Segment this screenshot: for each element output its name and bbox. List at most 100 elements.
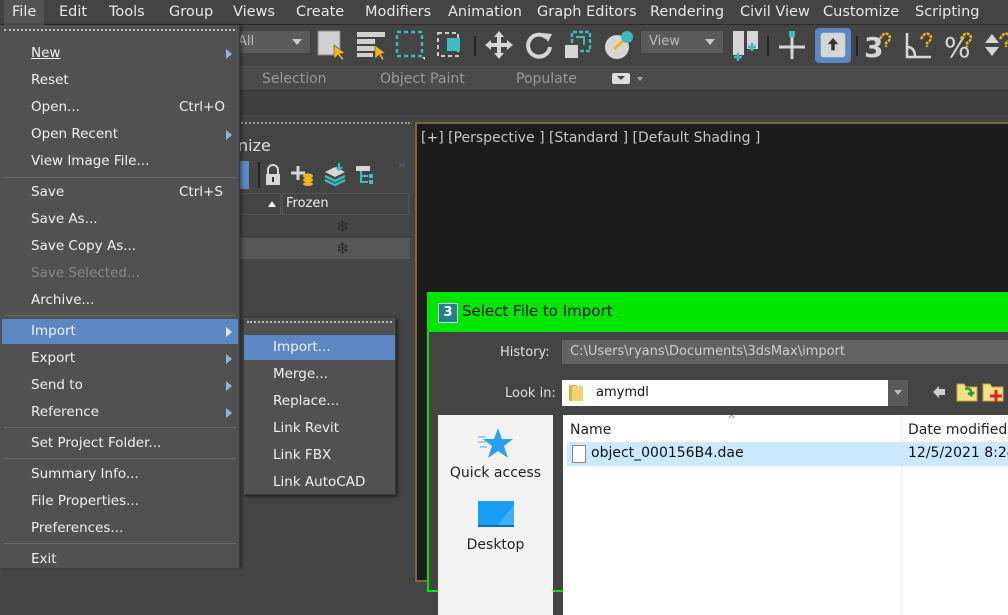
new-folder-icon[interactable] — [982, 380, 1004, 402]
file-menu-archive[interactable]: Archive... — [2, 288, 238, 313]
menu-create[interactable]: Create — [288, 0, 352, 25]
lock-icon[interactable] — [264, 164, 282, 186]
lookin-dropdown[interactable]: amymdl — [562, 380, 892, 406]
menu-file[interactable]: File — [4, 0, 45, 25]
column-header-frozen[interactable]: Frozen — [282, 193, 409, 215]
back-arrow-icon[interactable] — [932, 385, 946, 399]
desktop-link[interactable]: Desktop — [438, 537, 553, 553]
window-crossing-icon[interactable] — [435, 29, 467, 61]
file-menu-save-as[interactable]: Save As... — [2, 207, 238, 232]
table-row[interactable]: ❄ — [238, 238, 410, 259]
file-menu-open-recent[interactable]: Open Recent — [2, 122, 238, 147]
menu-rendering[interactable]: Rendering — [642, 0, 732, 25]
desktop-icon[interactable] — [478, 501, 514, 527]
shortcut-label: Ctrl+O — [179, 99, 225, 115]
svg-text:3: 3 — [864, 31, 883, 61]
item-label: Send to — [31, 377, 83, 393]
frozen-snowflake-icon[interactable]: ❄ — [336, 217, 349, 236]
import-submenu-replace[interactable]: Replace... — [244, 389, 395, 414]
place-icon[interactable] — [603, 29, 635, 61]
file-row[interactable]: object_000156B4.dae 12/5/2021 8:24 — [567, 442, 1008, 466]
toolbar-separator — [474, 36, 476, 56]
ribbon-minimize-button[interactable] — [612, 73, 630, 84]
import-submenu: Import... Merge... Replace... Link Revit… — [243, 317, 396, 495]
menu-customize[interactable]: Customize — [815, 0, 907, 25]
layers-icon[interactable] — [324, 163, 346, 187]
quick-access-link[interactable]: Quick access — [438, 465, 553, 481]
lookin-label: Look in: — [505, 386, 556, 401]
file-menu-new[interactable]: New — [2, 41, 238, 66]
menu-scripting[interactable]: Scripting — [907, 0, 987, 25]
menu-views[interactable]: Views — [225, 0, 283, 25]
select-manipulate-icon[interactable] — [776, 29, 808, 61]
ribbon-tab-selection[interactable]: Selection — [262, 67, 327, 92]
history-dropdown[interactable]: C:\Users\ryans\Documents\3dsMax\import — [562, 340, 1008, 364]
import-submenu-import[interactable]: Import... — [244, 335, 395, 360]
import-submenu-link-autocad[interactable]: Link AutoCAD — [244, 470, 395, 495]
menu-tools[interactable]: Tools — [101, 0, 153, 25]
ribbon-tab-object-paint[interactable]: Object Paint — [380, 67, 465, 92]
angle-snap-icon[interactable] — [903, 29, 935, 61]
move-icon[interactable] — [483, 29, 515, 61]
file-menu-reset[interactable]: Reset — [2, 68, 238, 93]
column-header-date-modified[interactable]: Date modified — [908, 422, 1007, 438]
add-to-layer-icon[interactable] — [291, 164, 315, 186]
file-menu-send-to[interactable]: Send to — [2, 373, 238, 398]
panel-grip[interactable] — [238, 122, 410, 124]
item-label: Export — [31, 350, 76, 366]
menu-separator — [4, 177, 236, 178]
file-menu-save-copy-as[interactable]: Save Copy As... — [2, 234, 238, 259]
scene-explorer-title: nize — [238, 136, 271, 155]
expand-chevron-icon[interactable]: » — [398, 158, 406, 173]
viewport-label[interactable]: [+] [Perspective ] [Standard ] [Default … — [421, 130, 760, 146]
rectangular-selection-icon[interactable] — [394, 29, 426, 61]
lookin-dropdown-arrow[interactable] — [888, 380, 908, 406]
file-menu-file-properties[interactable]: File Properties... — [2, 489, 238, 514]
file-menu-set-project-folder[interactable]: Set Project Folder... — [2, 431, 238, 456]
up-folder-icon[interactable] — [956, 380, 978, 402]
file-menu-save[interactable]: Save Ctrl+S — [2, 180, 238, 205]
item-label: Save — [31, 184, 65, 200]
hierarchy-icon[interactable] — [356, 165, 376, 185]
file-menu-open[interactable]: Open... Ctrl+O — [2, 95, 238, 120]
percent-snap-icon[interactable]: % — [943, 29, 975, 61]
file-menu: New Reset Open... Ctrl+O Open Recent View… — [0, 25, 240, 568]
file-menu-exit[interactable]: Exit — [2, 547, 238, 572]
menu-edit[interactable]: Edit — [51, 0, 95, 25]
select-object-icon[interactable] — [316, 29, 348, 61]
quick-access-star-icon[interactable] — [478, 427, 514, 461]
file-menu-export[interactable]: Export — [2, 346, 238, 371]
column-header-name[interactable] — [238, 193, 281, 215]
scale-icon[interactable] — [562, 29, 594, 61]
import-submenu-link-fbx[interactable]: Link FBX — [244, 443, 395, 468]
sort-ascending-icon — [268, 201, 276, 207]
item-label: File Properties... — [31, 493, 139, 509]
menu-modifiers[interactable]: Modifiers — [357, 0, 439, 25]
menu-graph-editors[interactable]: Graph Editors — [529, 0, 645, 25]
file-menu-import[interactable]: Import — [2, 319, 238, 344]
file-menu-view-image-file[interactable]: View Image File... — [2, 149, 238, 174]
rotate-icon[interactable] — [523, 29, 555, 61]
ribbon-tab-populate[interactable]: Populate — [516, 67, 577, 92]
import-submenu-merge[interactable]: Merge... — [244, 362, 395, 387]
selection-filter-dropdown[interactable]: All — [230, 31, 310, 53]
reference-coordinate-dropdown[interactable]: View — [641, 31, 723, 53]
pivot-center-icon[interactable] — [730, 29, 762, 61]
menu-civil-view[interactable]: Civil View — [732, 0, 818, 25]
table-row[interactable]: ❄ — [238, 216, 410, 237]
file-menu-reference[interactable]: Reference — [2, 400, 238, 425]
snaps-toggle-icon[interactable]: 3 — [862, 29, 894, 61]
dialog-titlebar[interactable]: 3 Select File to Import — [429, 294, 1008, 332]
menu-group[interactable]: Group — [161, 0, 221, 25]
keyboard-shortcut-override-button[interactable] — [815, 28, 851, 63]
column-header-name[interactable]: Name — [570, 422, 611, 438]
toolbar-separator — [767, 36, 769, 56]
file-menu-summary-info[interactable]: Summary Info... — [2, 462, 238, 487]
file-menu-preferences[interactable]: Preferences... — [2, 516, 238, 541]
frozen-snowflake-icon[interactable]: ❄ — [336, 239, 349, 258]
spinner-snap-icon[interactable] — [982, 29, 1008, 61]
ribbon-options-chevron-icon[interactable] — [637, 77, 643, 81]
select-by-name-icon[interactable] — [355, 29, 387, 61]
import-submenu-link-revit[interactable]: Link Revit — [244, 416, 395, 441]
menu-animation[interactable]: Animation — [440, 0, 530, 25]
